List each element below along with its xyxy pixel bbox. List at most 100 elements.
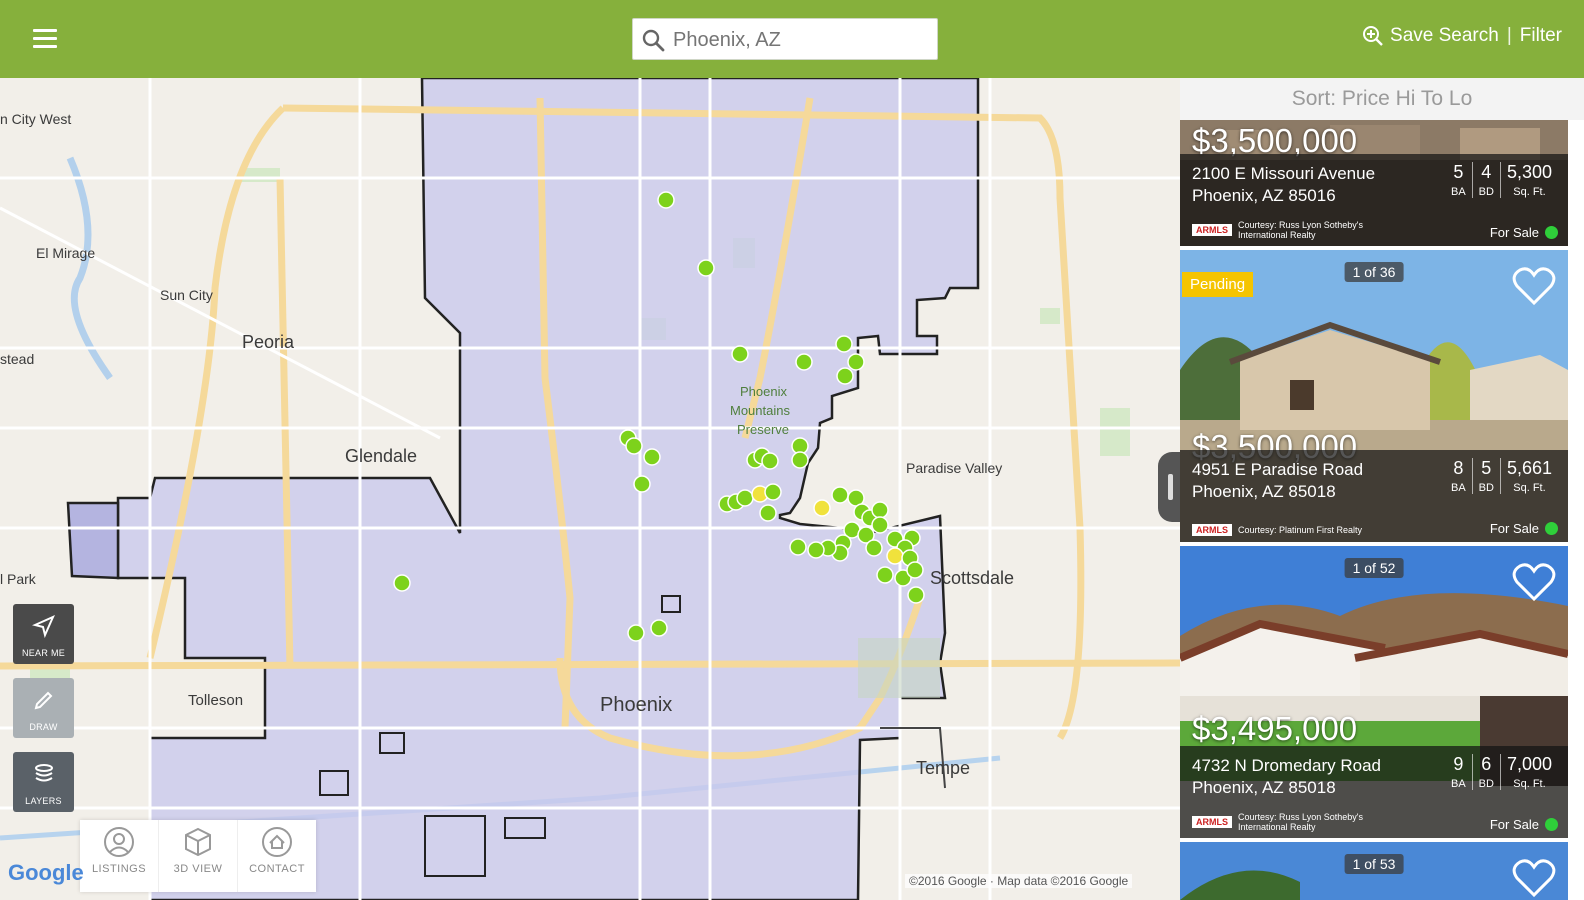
pending-badge: Pending <box>1182 272 1254 297</box>
mls-logo: ARMLS <box>1192 816 1232 828</box>
map-label-pmp1: Phoenix <box>740 384 787 399</box>
favorite-heart-icon[interactable] <box>1512 858 1556 898</box>
location-search-box[interactable] <box>632 18 938 60</box>
listing-marker[interactable] <box>761 452 779 470</box>
favorite-heart-icon[interactable] <box>1512 266 1556 306</box>
listing-marker[interactable] <box>791 451 809 469</box>
listing-sqft: 5,300 <box>1506 162 1552 182</box>
listing-card[interactable]: $3,500,000 2100 E Missouri Avenue Phoeni… <box>1180 120 1568 246</box>
unit-bd: BD <box>1478 186 1494 198</box>
unit-bd: BD <box>1478 778 1494 790</box>
listing-marker[interactable] <box>731 345 749 363</box>
listing-marker[interactable] <box>807 541 825 559</box>
status-dot <box>1545 226 1558 239</box>
map-label-el-mirage: El Mirage <box>36 245 95 261</box>
listing-marker[interactable] <box>643 448 661 466</box>
listing-marker[interactable] <box>789 538 807 556</box>
status-text: For Sale <box>1489 521 1539 536</box>
boundary-island <box>66 501 120 580</box>
phoenix-boundary <box>116 78 980 900</box>
listing-marker[interactable] <box>865 539 883 557</box>
navigation-arrow-icon <box>31 615 55 639</box>
listing-card[interactable]: 1 of 53 <box>1180 842 1568 900</box>
listing-courtesy: ARMLS Courtesy: Russ Lyon Sotheby's Inte… <box>1192 220 1388 240</box>
listing-card[interactable]: Pending 1 of 36 $3,500,000 4951 E Paradi… <box>1180 250 1568 542</box>
photo-count: 1 of 52 <box>1344 558 1404 578</box>
nav-listings[interactable]: LISTINGS <box>80 820 159 892</box>
listing-info: 4951 E Paradise Road Phoenix, AZ 85018 8… <box>1180 450 1568 542</box>
listing-marker[interactable] <box>871 516 889 534</box>
listing-marker[interactable] <box>625 437 643 455</box>
map-label-glendale: Glendale <box>345 446 417 466</box>
listing-marker[interactable] <box>650 619 668 637</box>
status-dot <box>1545 818 1558 831</box>
panel-collapse-handle[interactable] <box>1158 452 1180 522</box>
listing-marker[interactable] <box>697 259 715 277</box>
listing-marker[interactable] <box>876 566 894 584</box>
listing-price: $3,495,000 <box>1192 710 1358 747</box>
layers-icon <box>34 764 53 782</box>
listing-marker[interactable] <box>633 475 651 493</box>
listing-address-line2: Phoenix, AZ 85018 <box>1192 482 1336 501</box>
unit-sqft: Sq. Ft. <box>1513 778 1546 790</box>
nav-listings-label: LISTINGS <box>91 863 147 875</box>
listing-baths: 9 <box>1453 754 1464 774</box>
map-base: El Mirage Sun City Peoria Glendale Tolle… <box>0 78 1180 900</box>
listing-status: For Sale <box>1490 817 1558 832</box>
nav-3d-view[interactable]: 3D VIEW <box>159 820 238 892</box>
map-label-park: l Park <box>0 571 37 587</box>
draw-label: DRAW <box>29 722 58 732</box>
listing-marker[interactable] <box>813 499 831 517</box>
listing-stats: 5 BA 4 BD 5,300 Sq. Ft. <box>1445 162 1558 198</box>
listing-marker[interactable] <box>871 501 889 519</box>
listing-card[interactable]: 1 of 52 $3,495,000 4732 N Dromedary Road… <box>1180 546 1568 838</box>
listing-marker[interactable] <box>907 586 925 604</box>
greenbelt <box>858 638 940 698</box>
listings-panel: Sort: Price Hi To Lo $3,500,000 2100 E M… <box>1180 78 1584 900</box>
home-chat-icon <box>262 827 292 857</box>
listing-beds: 6 <box>1481 754 1492 774</box>
courtesy-text: Courtesy: Russ Lyon Sotheby's Internatio… <box>1238 220 1363 240</box>
listing-courtesy: ARMLS Courtesy: Russ Lyon Sotheby's Inte… <box>1192 812 1388 832</box>
status-text: For Sale <box>1489 817 1539 832</box>
hamburger-menu-icon[interactable] <box>30 24 60 54</box>
layers-button[interactable]: LAYERS <box>13 752 74 812</box>
draw-button[interactable]: DRAW <box>13 678 74 738</box>
listing-address-line1: 2100 E Missouri Avenue <box>1192 164 1376 183</box>
listing-marker[interactable] <box>847 353 865 371</box>
map-label-tolleson: Tolleson <box>188 692 243 709</box>
map-label-tempe: Tempe <box>916 758 970 778</box>
listing-marker[interactable] <box>886 547 904 565</box>
listing-marker[interactable] <box>831 486 849 504</box>
sort-selector[interactable]: Sort: Price Hi To Lo <box>1180 78 1584 120</box>
map-label-city-west: n City West <box>0 111 71 127</box>
listing-marker[interactable] <box>764 483 782 501</box>
listing-status: For Sale <box>1490 225 1558 240</box>
listing-marker[interactable] <box>627 624 645 642</box>
listing-marker[interactable] <box>736 489 754 507</box>
listing-address-line1: 4951 E Paradise Road <box>1192 460 1364 479</box>
listing-marker[interactable] <box>836 367 854 385</box>
nav-contact[interactable]: CONTACT <box>238 820 316 892</box>
listing-info: 4732 N Dromedary Road Phoenix, AZ 85018 … <box>1180 746 1568 838</box>
draw-pencil-icon <box>34 691 52 710</box>
courtesy-text: Courtesy: Russ Lyon Sotheby's Internatio… <box>1238 812 1363 832</box>
filter-button[interactable]: Filter <box>1520 25 1562 47</box>
river <box>66 156 113 381</box>
listing-marker[interactable] <box>835 335 853 353</box>
listing-info: 2100 E Missouri Avenue Phoenix, AZ 85016… <box>1180 154 1568 246</box>
listing-marker[interactable] <box>393 574 411 592</box>
mls-logo: ARMLS <box>1192 524 1232 536</box>
layers-label: LAYERS <box>25 796 62 806</box>
save-search-button[interactable]: Save Search <box>1362 25 1499 47</box>
listing-marker[interactable] <box>657 191 675 209</box>
save-search-label: Save Search <box>1390 25 1499 46</box>
google-logo: Google <box>8 860 84 885</box>
listing-marker[interactable] <box>759 504 777 522</box>
near-me-button[interactable]: NEAR ME <box>13 604 74 664</box>
listing-marker[interactable] <box>906 561 924 579</box>
listing-marker[interactable] <box>795 353 813 371</box>
search-input[interactable] <box>673 25 929 55</box>
map-view[interactable]: El Mirage Sun City Peoria Glendale Tolle… <box>0 78 1180 900</box>
favorite-heart-icon[interactable] <box>1512 562 1556 602</box>
